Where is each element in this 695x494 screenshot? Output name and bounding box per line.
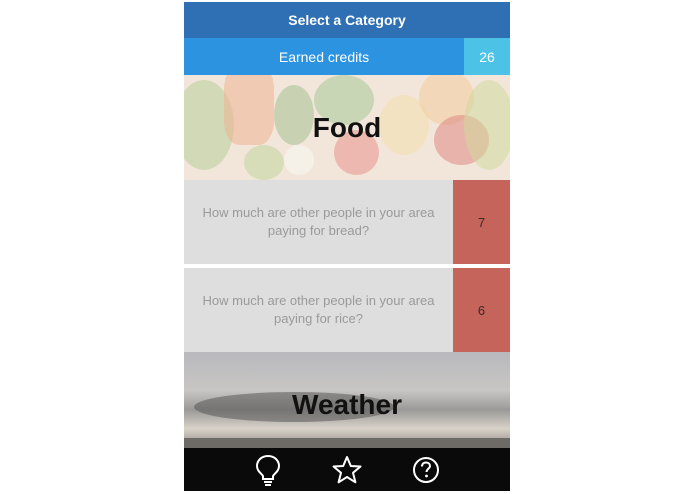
- page-title: Select a Category: [184, 2, 510, 38]
- lightbulb-icon[interactable]: [252, 454, 284, 486]
- question-text: How much are other people in your area p…: [202, 293, 435, 326]
- help-icon[interactable]: [410, 454, 442, 486]
- category-title-food: Food: [312, 111, 382, 143]
- question-item[interactable]: How much are other people in your area p…: [184, 268, 510, 352]
- credits-value: 26: [464, 38, 510, 75]
- category-weather[interactable]: Weather: [184, 352, 510, 448]
- question-credits: 7: [453, 180, 510, 264]
- app-screen: Select a Category Earned credits 26 Food…: [184, 2, 510, 491]
- question-text: How much are other people in your area p…: [202, 205, 435, 238]
- star-icon[interactable]: [331, 454, 363, 486]
- credits-bar: Earned credits 26: [184, 38, 510, 75]
- category-title-weather: Weather: [292, 389, 402, 420]
- question-credits: 6: [453, 268, 510, 352]
- question-item[interactable]: How much are other people in your area p…: [184, 180, 510, 264]
- credits-label: Earned credits: [184, 38, 464, 75]
- category-food[interactable]: Food: [184, 75, 510, 180]
- bottom-tab-bar: [184, 448, 510, 491]
